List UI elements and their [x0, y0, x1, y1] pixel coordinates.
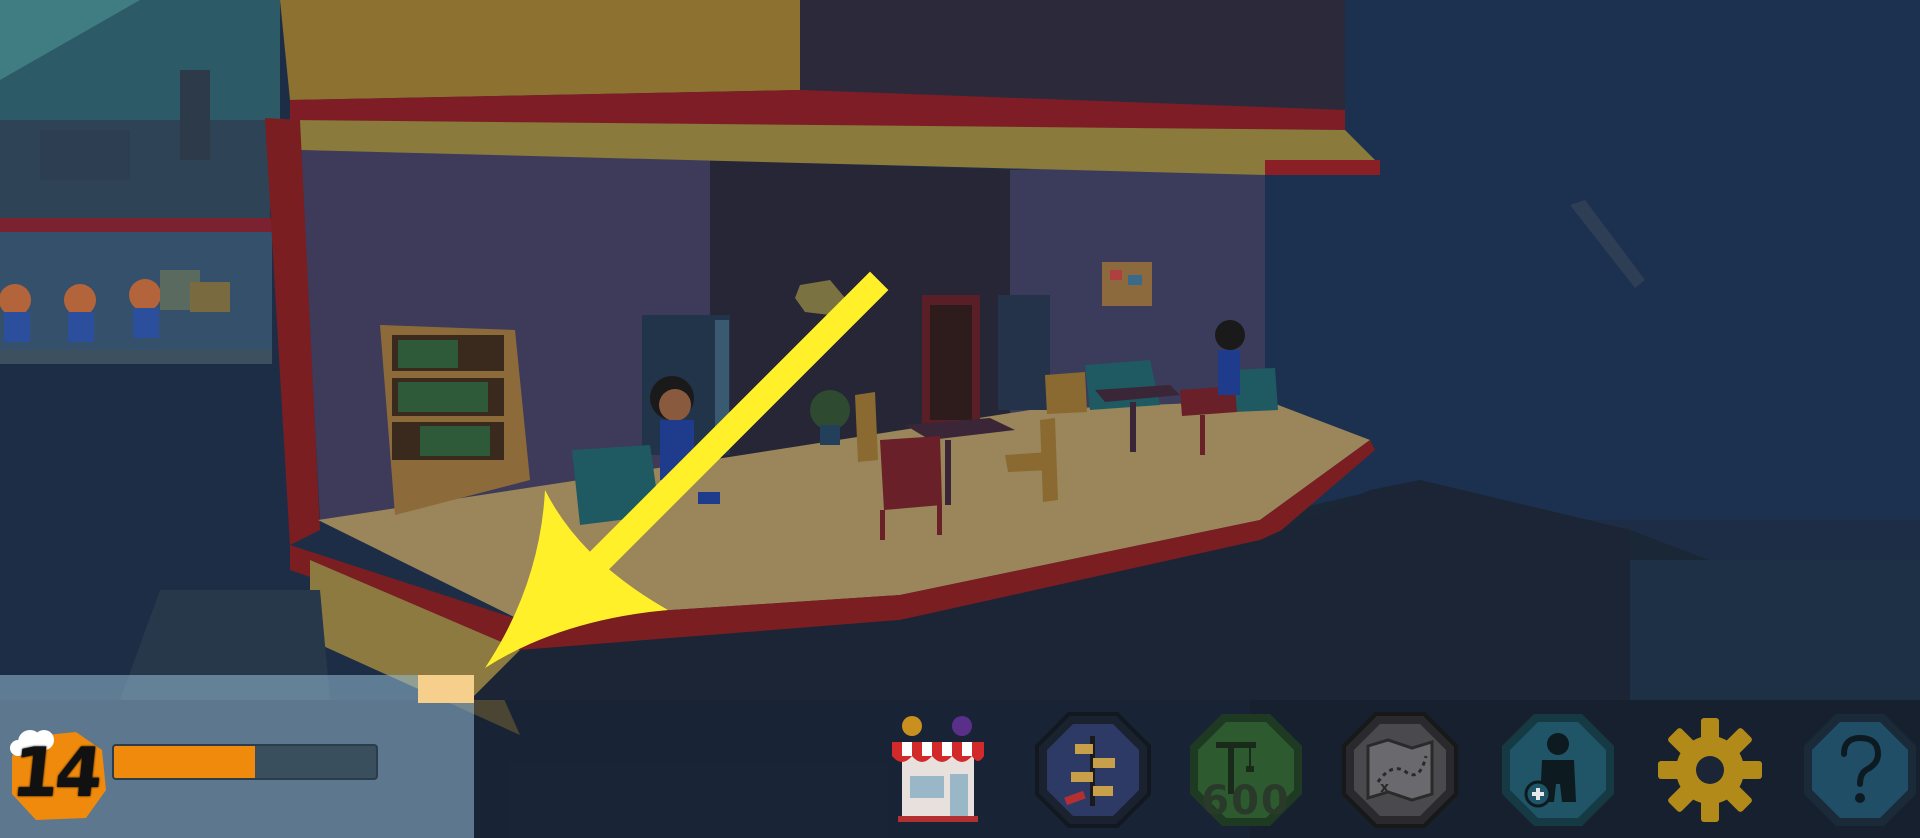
hire-worker-button[interactable]: [1500, 712, 1616, 828]
xp-progress-fill: [114, 746, 256, 778]
treasure-map-icon: x: [1342, 712, 1458, 828]
xp-progress-bar: [112, 744, 378, 780]
player-level: 14: [7, 734, 103, 813]
add-worker-icon: [1502, 714, 1614, 826]
build-button[interactable]: 600: [1188, 712, 1304, 828]
question-mark-icon: [1804, 714, 1916, 826]
tasks-button[interactable]: [1035, 712, 1151, 828]
game-viewport[interactable]: 14 600 x: [0, 0, 1920, 838]
level-indicator[interactable]: 14: [0, 720, 400, 830]
task-board-icon: [1035, 712, 1151, 828]
build-cost: 600: [1201, 778, 1291, 824]
tutorial-highlight-corner: [418, 675, 474, 703]
settings-button[interactable]: [1652, 712, 1768, 828]
gear-icon: [1658, 718, 1762, 822]
shop-icon: [892, 716, 984, 822]
shop-button[interactable]: [880, 712, 996, 828]
map-button[interactable]: x: [1342, 712, 1458, 828]
svg-text:x: x: [1380, 780, 1389, 796]
help-button[interactable]: [1802, 712, 1918, 828]
